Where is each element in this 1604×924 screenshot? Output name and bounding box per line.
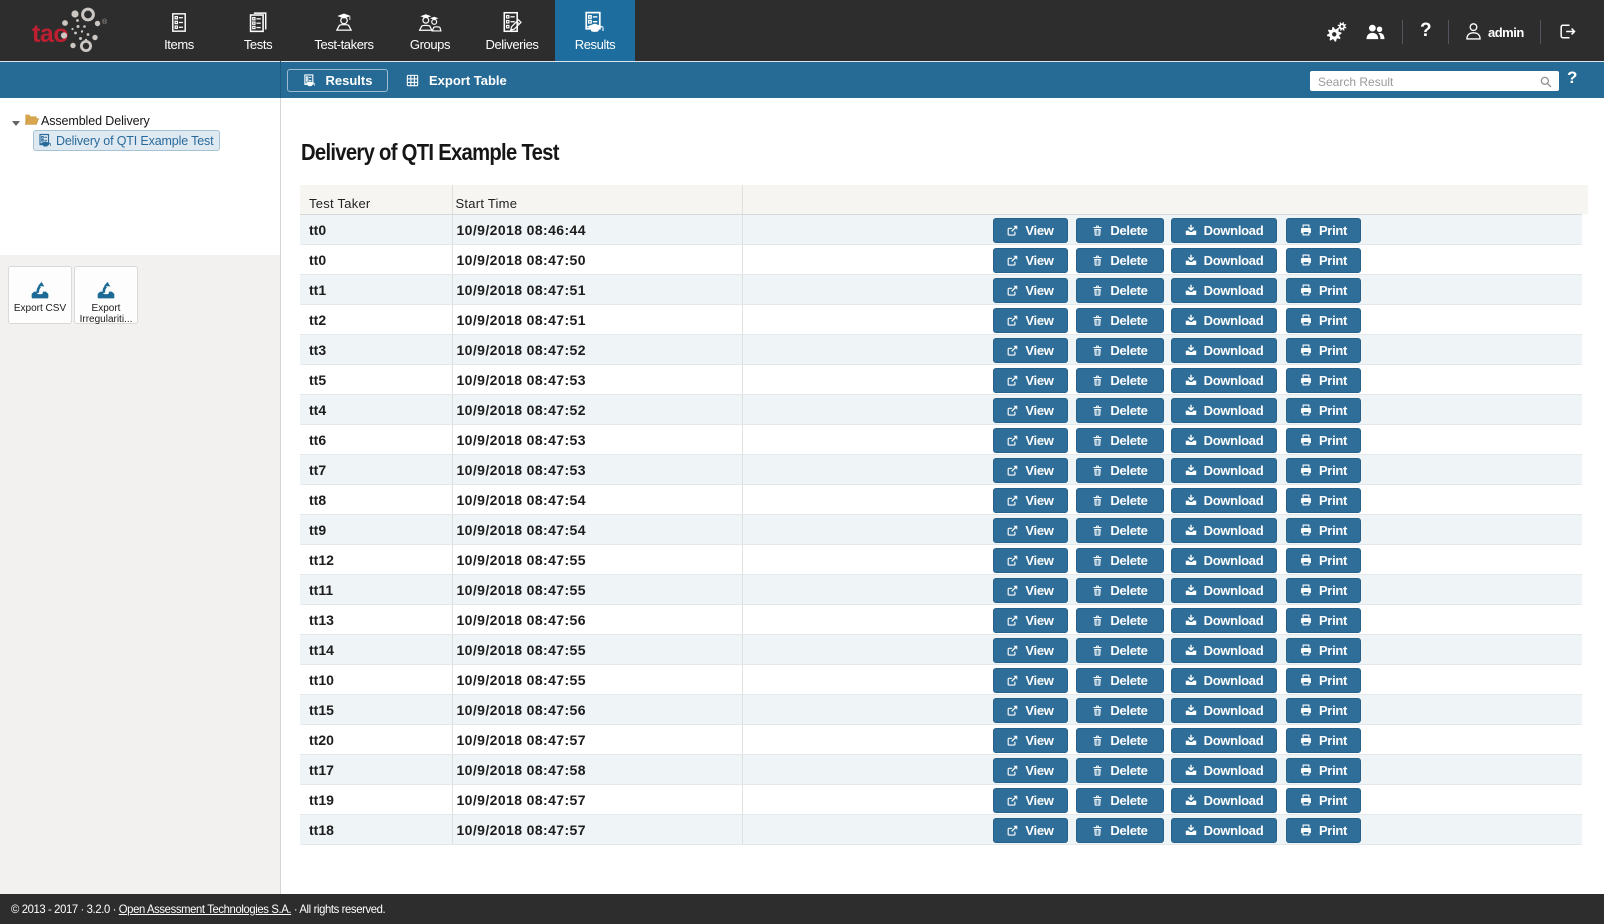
- svg-text:®: ®: [102, 18, 108, 26]
